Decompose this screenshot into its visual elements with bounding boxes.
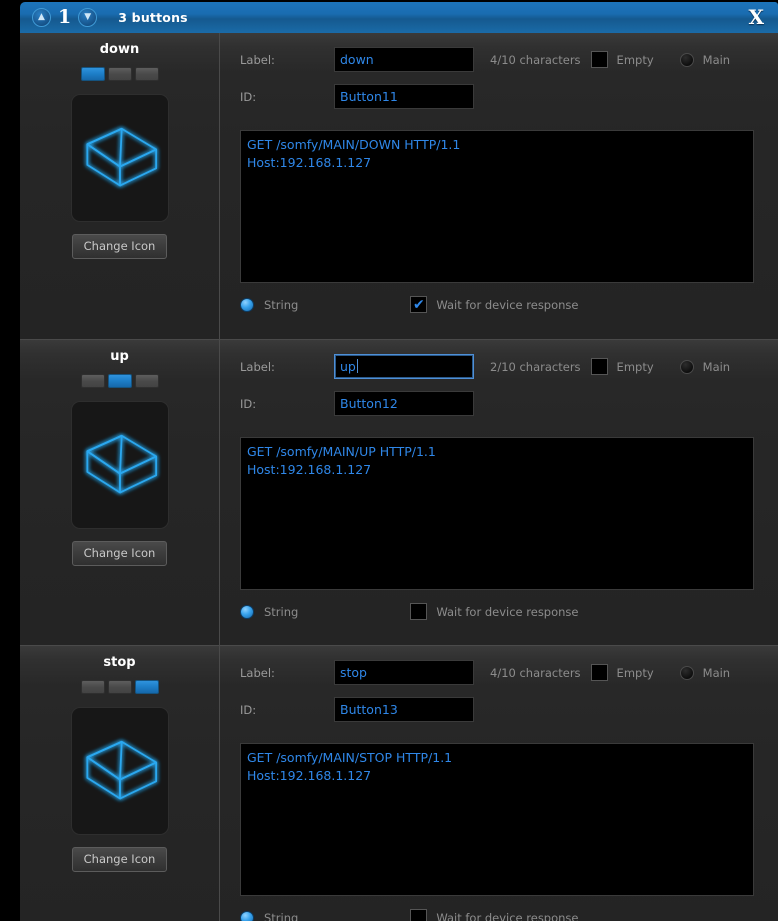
- text-caret: [356, 359, 358, 373]
- segment-indicator[interactable]: [134, 67, 159, 81]
- button-panel: down Change Icon Label: down 4/10 characters…: [20, 33, 778, 339]
- empty-checkbox[interactable]: [590, 358, 608, 375]
- main-label: Main: [702, 665, 731, 680]
- label-field-caption: Label:: [240, 359, 275, 374]
- wait-for-response-checkbox[interactable]: [410, 909, 428, 921]
- wireframe-box-icon: [85, 434, 157, 494]
- button-name: up: [110, 349, 129, 364]
- string-mode-radio[interactable]: [240, 297, 254, 312]
- window-title: 3 buttons: [118, 10, 188, 25]
- panel-bottom-row: String Wait for device response: [240, 909, 579, 921]
- panel-list: down Change Icon Label: down 4/10 characters…: [20, 33, 778, 921]
- wait-for-response-label: Wait for device response: [436, 910, 579, 921]
- label-input[interactable]: up: [334, 354, 474, 379]
- string-mode-label: String: [264, 297, 299, 312]
- command-textarea[interactable]: GET /somfy/MAIN/STOP HTTP/1.1 Host:192.1…: [240, 743, 754, 896]
- button-icon-preview[interactable]: [70, 707, 169, 835]
- label-input[interactable]: down: [334, 47, 474, 72]
- label-field-row: Label: down 4/10 characters Empty Main: [240, 47, 764, 72]
- segment-indicator[interactable]: [134, 374, 159, 388]
- label-input[interactable]: stop: [334, 660, 474, 685]
- empty-checkbox[interactable]: [590, 51, 608, 68]
- empty-label: Empty: [616, 52, 654, 67]
- panel-form-column: Label: up 2/10 characters Empty Main ID: Butto…: [220, 340, 778, 645]
- segment-indicator[interactable]: [107, 680, 132, 694]
- titlebar: ▲ 1 ▼ 3 buttons X: [20, 2, 778, 33]
- segment-indicator[interactable]: [134, 680, 159, 694]
- wait-for-response-label: Wait for device response: [436, 297, 579, 312]
- segment-group: [80, 67, 159, 81]
- empty-checkbox[interactable]: [590, 664, 608, 681]
- button-name: stop: [103, 655, 136, 670]
- command-textarea[interactable]: GET /somfy/MAIN/DOWN HTTP/1.1 Host:192.1…: [240, 130, 754, 283]
- command-textarea[interactable]: GET /somfy/MAIN/UP HTTP/1.1 Host:192.168…: [240, 437, 754, 590]
- segment-indicator[interactable]: [80, 374, 105, 388]
- id-input[interactable]: Button11: [334, 84, 474, 109]
- panel-bottom-row: String Wait for device response: [240, 603, 579, 620]
- panel-form-column: Label: stop 4/10 characters Empty Main ID: But…: [220, 646, 778, 921]
- id-field-caption: ID:: [240, 89, 257, 104]
- id-field-caption: ID:: [240, 396, 257, 411]
- main-radio[interactable]: [679, 359, 694, 374]
- label-field-caption: Label:: [240, 665, 275, 680]
- segment-indicator[interactable]: [80, 680, 105, 694]
- button-panel: stop Change Icon Label: stop 4/10 characters…: [20, 645, 778, 921]
- segment-group: [80, 680, 159, 694]
- character-counter: 4/10 characters: [490, 52, 581, 67]
- string-mode-radio[interactable]: [240, 910, 254, 921]
- segment-indicator[interactable]: [80, 67, 105, 81]
- button-icon-preview[interactable]: [70, 94, 169, 222]
- panel-icon-column: down Change Icon: [20, 33, 220, 339]
- label-field-row: Label: up 2/10 characters Empty Main: [240, 354, 764, 379]
- label-field-caption: Label:: [240, 52, 275, 67]
- button-icon-preview[interactable]: [70, 401, 169, 529]
- id-input[interactable]: Button13: [334, 697, 474, 722]
- close-icon[interactable]: X: [748, 5, 764, 29]
- id-field-row: ID: Button12: [240, 391, 764, 416]
- app-window: ▲ 1 ▼ 3 buttons X down Change Icon Label: d…: [0, 0, 778, 921]
- segment-group: [80, 374, 159, 388]
- panel-icon-column: up Change Icon: [20, 340, 220, 645]
- id-field-row: ID: Button11: [240, 84, 764, 109]
- main-label: Main: [702, 52, 731, 67]
- id-field-caption: ID:: [240, 702, 257, 717]
- main-radio[interactable]: [679, 52, 694, 67]
- character-counter: 4/10 characters: [490, 665, 581, 680]
- change-icon-button[interactable]: Change Icon: [71, 847, 168, 872]
- wait-for-response-checkbox[interactable]: [410, 603, 428, 620]
- string-mode-label: String: [264, 910, 299, 921]
- main-radio[interactable]: [679, 665, 694, 680]
- panel-icon-column: stop Change Icon: [20, 646, 220, 921]
- panel-form-column: Label: down 4/10 characters Empty Main ID: But…: [220, 33, 778, 339]
- wait-for-response-label: Wait for device response: [436, 604, 579, 619]
- label-field-row: Label: stop 4/10 characters Empty Main: [240, 660, 764, 685]
- id-field-row: ID: Button13: [240, 697, 764, 722]
- empty-label: Empty: [616, 665, 654, 680]
- id-input[interactable]: Button12: [334, 391, 474, 416]
- page-index: 1: [58, 6, 72, 28]
- wireframe-box-icon: [85, 740, 157, 800]
- empty-label: Empty: [616, 359, 654, 374]
- main-label: Main: [702, 359, 731, 374]
- wireframe-box-icon: [85, 127, 157, 187]
- panel-bottom-row: String ✔ Wait for device response: [240, 296, 579, 313]
- segment-indicator[interactable]: [107, 67, 132, 81]
- change-icon-button[interactable]: Change Icon: [71, 541, 168, 566]
- chevron-down-icon[interactable]: ▼: [78, 8, 98, 27]
- button-name: down: [99, 42, 140, 57]
- titlebar-controls: ▲ 1 ▼ 3 buttons: [32, 8, 188, 27]
- string-mode-radio[interactable]: [240, 604, 254, 619]
- segment-indicator[interactable]: [107, 374, 132, 388]
- character-counter: 2/10 characters: [490, 359, 581, 374]
- button-panel: up Change Icon Label: up 2/10 characters Empt…: [20, 339, 778, 645]
- chevron-up-icon[interactable]: ▲: [32, 8, 51, 27]
- wait-for-response-checkbox[interactable]: ✔: [410, 296, 428, 313]
- string-mode-label: String: [264, 604, 299, 619]
- change-icon-button[interactable]: Change Icon: [71, 234, 168, 259]
